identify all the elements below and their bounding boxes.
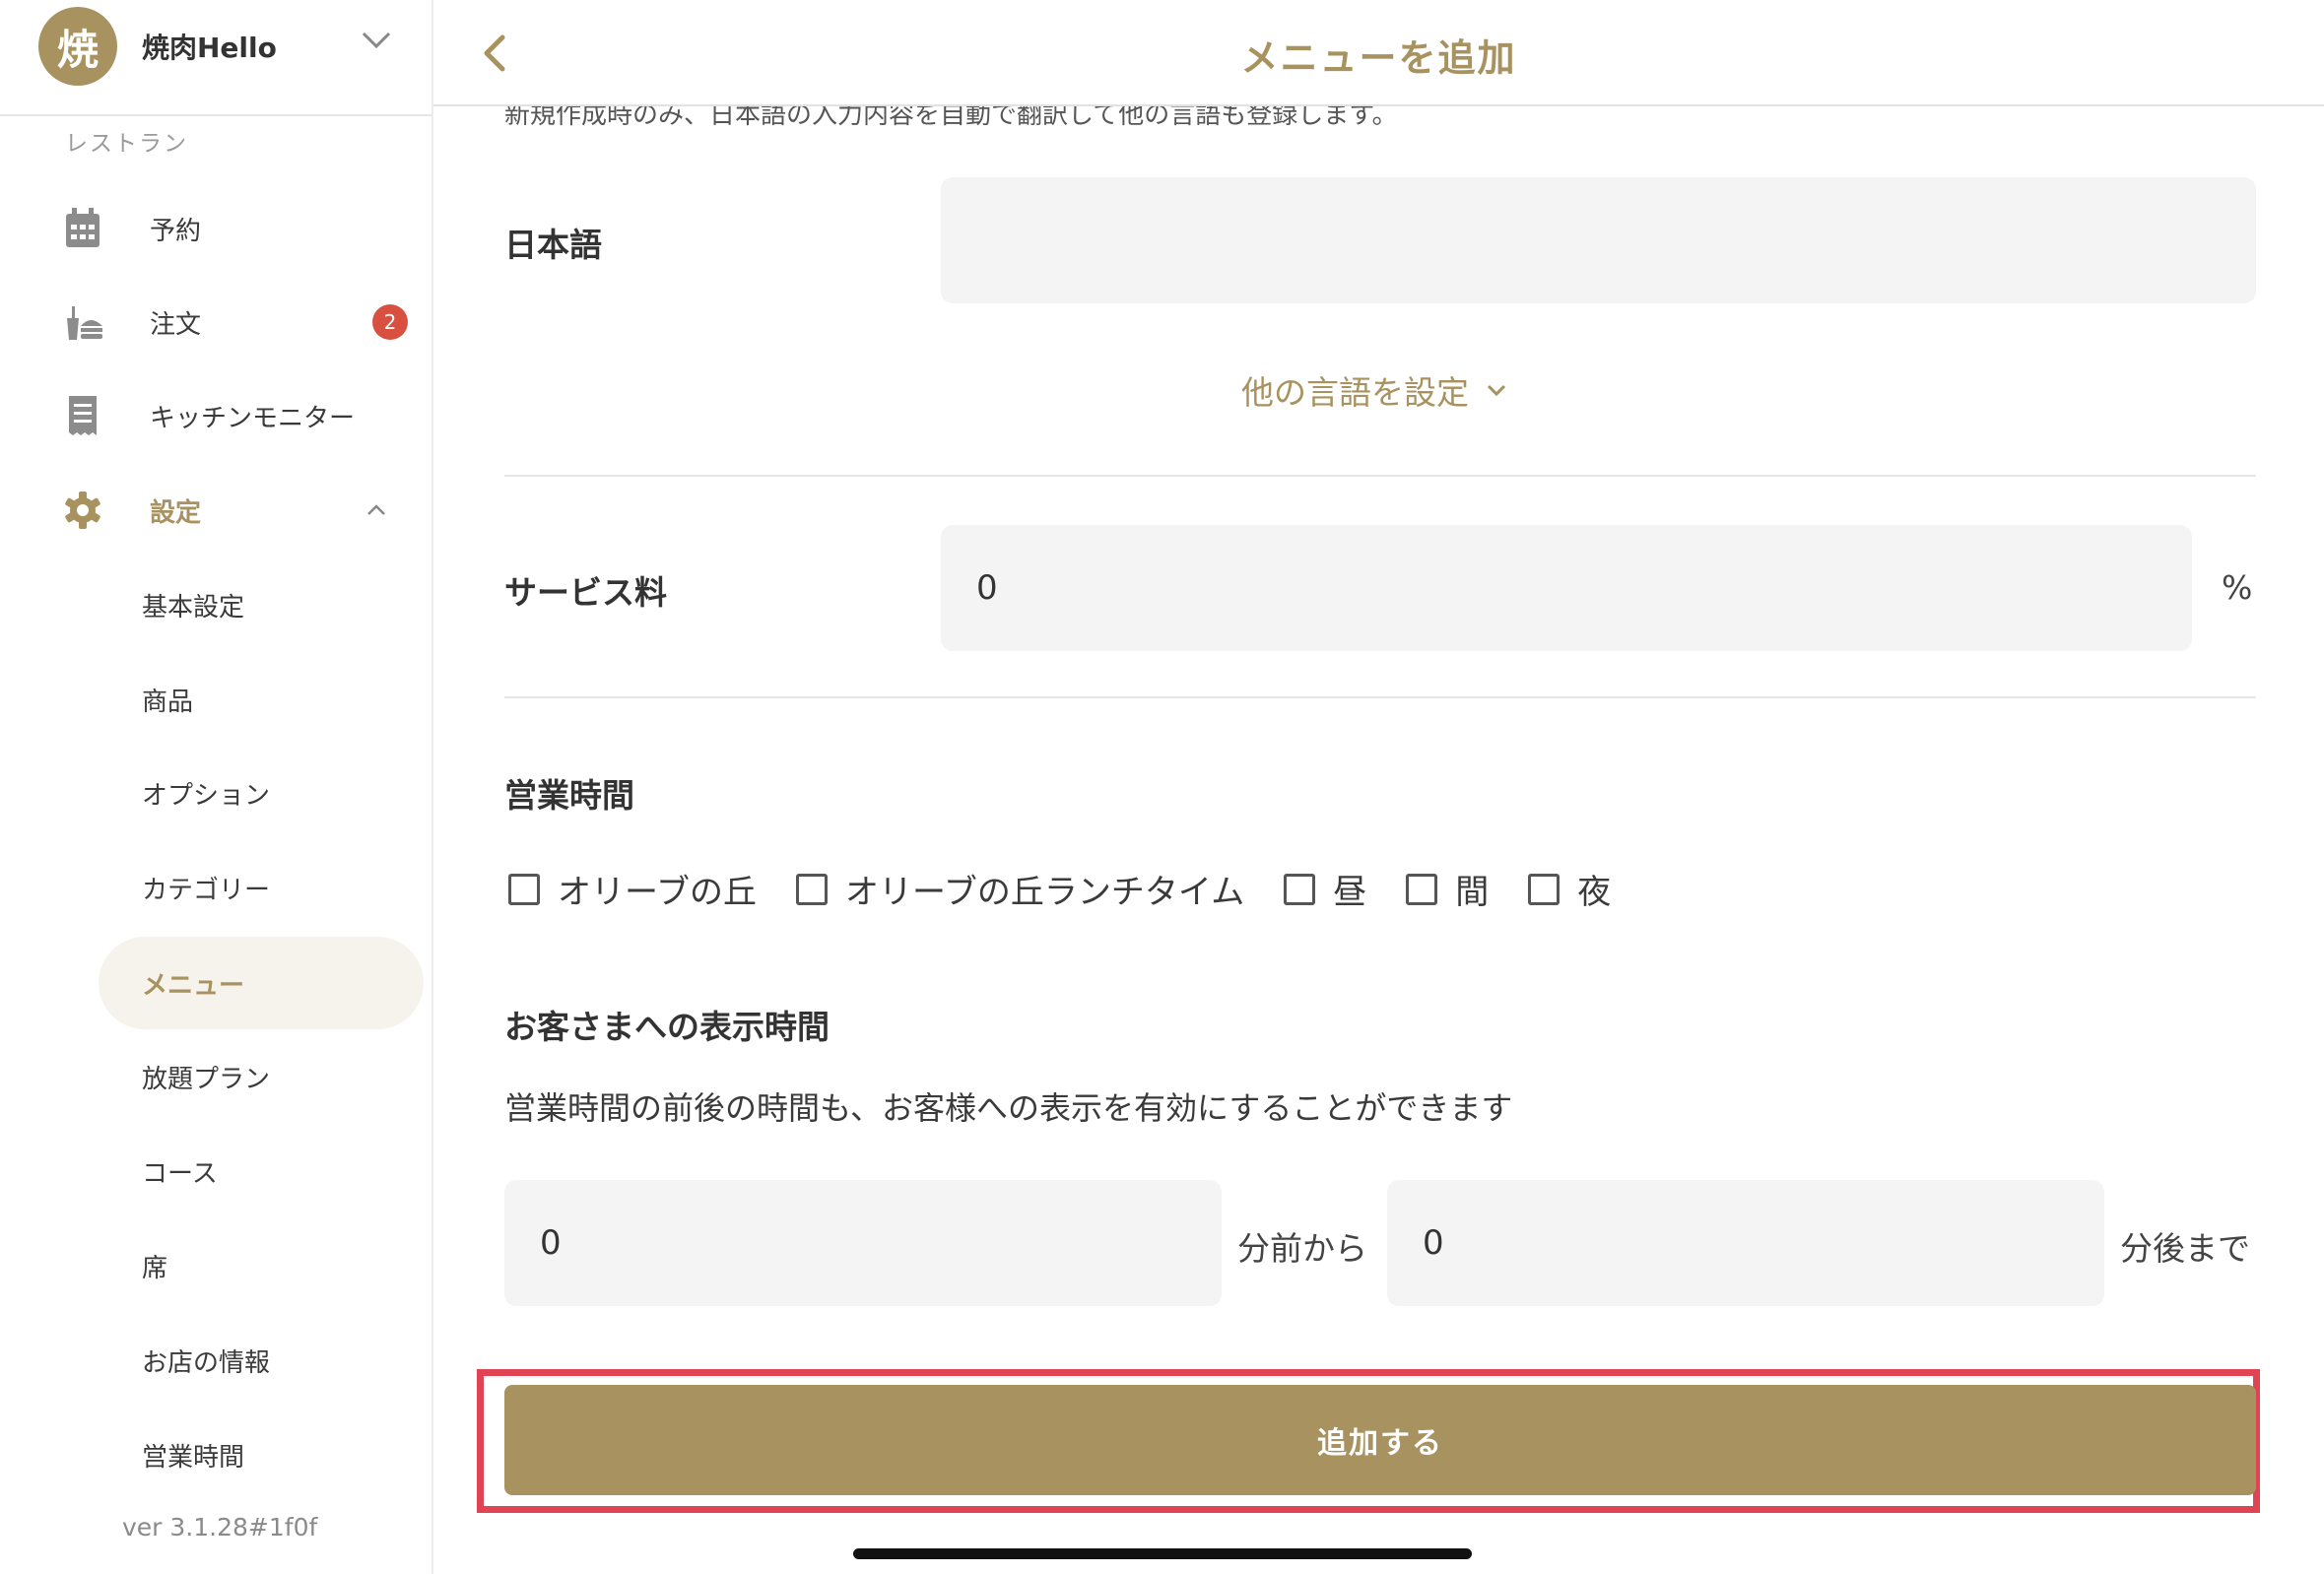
sidebar-item-label: 設定: [150, 497, 202, 528]
sidebar-subitem-basic-settings[interactable]: 基本設定: [99, 558, 424, 651]
add-button[interactable]: 追加する: [504, 1385, 2256, 1495]
other-languages-label: 他の言語を設定: [1241, 373, 1469, 412]
checkbox-label: 間: [1455, 873, 1490, 912]
page-title: メニューを追加: [1240, 36, 1517, 80]
business-hours-label: 営業時間: [504, 776, 634, 815]
business-hours-option[interactable]: オリーブの丘: [508, 865, 757, 913]
minutes-before-input[interactable]: 0: [504, 1180, 1222, 1306]
display-time-label: お客さまへの表示時間: [504, 1008, 830, 1046]
sidebar-subitem-all-you-can-plans[interactable]: 放題プラン: [99, 1030, 424, 1123]
app-version: ver 3.1.28#1f0f: [122, 1513, 318, 1541]
service-fee-unit: %: [2222, 568, 2253, 607]
business-hours-option[interactable]: 昼: [1284, 865, 1366, 913]
calendar-icon: [66, 208, 100, 247]
sidebar-item-settings[interactable]: 設定: [0, 471, 432, 550]
divider: [504, 475, 2256, 477]
checkbox-label: 夜: [1577, 873, 1612, 912]
sidebar-item-kitchen-monitor[interactable]: キッチンモニター: [0, 376, 432, 455]
sidebar-subitem-label: カテゴリー: [142, 875, 271, 905]
business-hours-option[interactable]: 夜: [1528, 865, 1611, 913]
sidebar-subitem-label: コース: [142, 1158, 218, 1189]
sidebar-subitem-categories[interactable]: カテゴリー: [99, 841, 424, 934]
store-switcher[interactable]: 焼 焼肉Hello: [0, 0, 432, 116]
sidebar-item-label: 予約: [150, 216, 202, 246]
minutes-after-input[interactable]: 0: [1387, 1180, 2104, 1306]
service-fee-input[interactable]: 0: [941, 525, 2192, 651]
sidebar-subitem-label: 商品: [142, 687, 194, 717]
sidebar-subitem-seats[interactable]: 席: [99, 1219, 424, 1312]
service-fee-label: サービス料: [504, 573, 667, 612]
japanese-label: 日本語: [504, 226, 602, 264]
checkbox[interactable]: [1284, 873, 1316, 905]
sidebar-subitem-label: メニュー: [142, 970, 245, 1001]
sidebar-subitem-label: お店の情報: [142, 1347, 271, 1378]
food-order-icon: [67, 306, 102, 340]
sidebar-subitem-menu[interactable]: メニュー: [99, 937, 424, 1029]
checkbox-label: オリーブの丘ランチタイム: [844, 873, 1245, 912]
minutes-after-unit: 分後まで: [2120, 1229, 2250, 1268]
chevron-up-icon[interactable]: [363, 500, 390, 520]
sidebar-subitem-label: 席: [142, 1253, 168, 1283]
sidebar-subitem-label: 営業時間: [142, 1442, 245, 1473]
divider: [504, 696, 2256, 698]
sidebar-item-reservation[interactable]: 予約: [0, 189, 432, 268]
main-content: メニューを追加 新規作成時のみ、日本語の入力内容を自動で翻訳して他の言語も登録し…: [433, 0, 2324, 1574]
checkbox[interactable]: [795, 873, 828, 905]
business-hours-option[interactable]: オリーブの丘ランチタイム: [795, 865, 1245, 913]
sidebar-subitem-store-info[interactable]: お店の情報: [99, 1314, 424, 1407]
sidebar-item-orders[interactable]: 注文 2: [0, 283, 432, 361]
store-name: 焼肉Hello: [142, 32, 277, 64]
order-count-badge: 2: [372, 304, 408, 340]
japanese-name-input[interactable]: [941, 177, 2256, 303]
sidebar-subitem-options[interactable]: オプション: [99, 747, 424, 839]
sidebar-item-label: キッチンモニター: [150, 403, 356, 433]
store-logo: 焼: [38, 7, 117, 86]
sidebar-subitem-label: 放題プラン: [142, 1064, 271, 1094]
other-languages-toggle[interactable]: 他の言語を設定: [1241, 366, 1508, 414]
checkbox[interactable]: [1528, 873, 1560, 905]
minutes-before-unit: 分前から: [1237, 1229, 1367, 1268]
sidebar-subitem-label: オプション: [142, 780, 271, 811]
home-indicator: [853, 1548, 1472, 1559]
business-hours-options: オリーブの丘 オリーブの丘ランチタイム 昼 間 夜: [508, 865, 1650, 913]
chevron-down-icon: [1487, 384, 1506, 397]
section-label-restaurant: レストラン: [65, 131, 188, 157]
checkbox-label: オリーブの丘: [558, 873, 757, 912]
gear-icon: [65, 492, 100, 529]
business-hours-option[interactable]: 間: [1406, 865, 1489, 913]
display-time-description: 営業時間の前後の時間も、お客様への表示を有効にすることができます: [504, 1089, 1513, 1127]
checkbox[interactable]: [1406, 873, 1438, 905]
top-bar: メニューを追加: [433, 0, 2324, 106]
receipt-icon: [69, 396, 97, 435]
checkbox-label: 昼: [1333, 873, 1367, 912]
sidebar-subitem-label: 基本設定: [142, 592, 245, 623]
checkbox[interactable]: [508, 873, 540, 905]
sidebar-subitem-products[interactable]: 商品: [99, 653, 424, 746]
chevron-down-icon[interactable]: [361, 30, 392, 51]
sidebar-subitem-business-hours[interactable]: 営業時間: [99, 1409, 424, 1501]
sidebar: 焼 焼肉Hello レストラン 予約 注文 2 キッチンモニター 設定 基本設定…: [0, 0, 433, 1574]
sidebar-item-label: 注文: [150, 309, 202, 340]
sidebar-subitem-courses[interactable]: コース: [99, 1125, 424, 1217]
